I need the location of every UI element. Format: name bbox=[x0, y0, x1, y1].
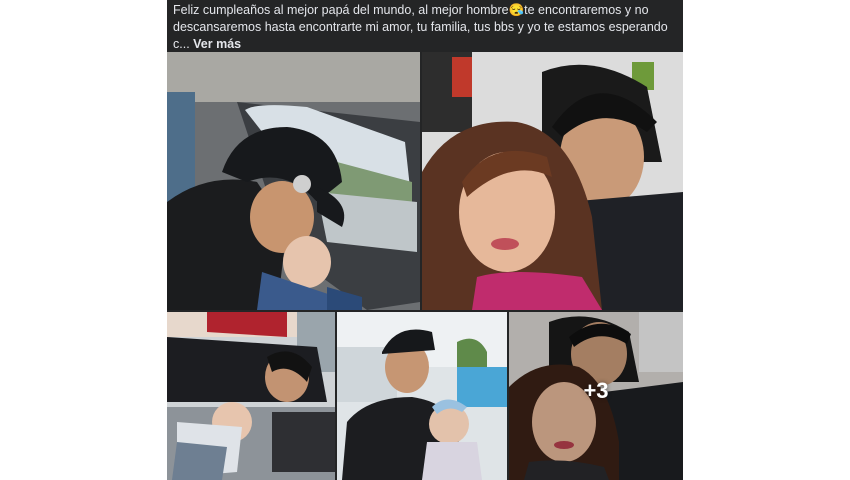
post-caption: Feliz cumpleaños al mejor papá del mundo… bbox=[173, 2, 678, 53]
more-photos-count: +3 bbox=[583, 378, 609, 403]
facebook-post: Feliz cumpleaños al mejor papá del mundo… bbox=[167, 0, 683, 480]
photo-2-image bbox=[422, 52, 683, 310]
photo-grid: +3 bbox=[167, 52, 683, 480]
see-more-link[interactable]: Ver más bbox=[193, 37, 241, 51]
photo-couple-more[interactable]: +3 bbox=[509, 312, 683, 480]
photo-3-image bbox=[167, 312, 335, 480]
more-photos-overlay: +3 bbox=[509, 312, 683, 480]
photo-man-and-girl-by-pool[interactable] bbox=[337, 312, 507, 480]
photo-1-image bbox=[167, 52, 420, 310]
photo-4-image bbox=[337, 312, 507, 480]
photo-couple-selfie[interactable] bbox=[422, 52, 683, 310]
photo-man-with-baby-in-car[interactable] bbox=[167, 52, 420, 310]
photo-man-with-baby-rotated[interactable] bbox=[167, 312, 335, 480]
post-caption-text: Feliz cumpleaños al mejor papá del mundo… bbox=[173, 3, 668, 51]
